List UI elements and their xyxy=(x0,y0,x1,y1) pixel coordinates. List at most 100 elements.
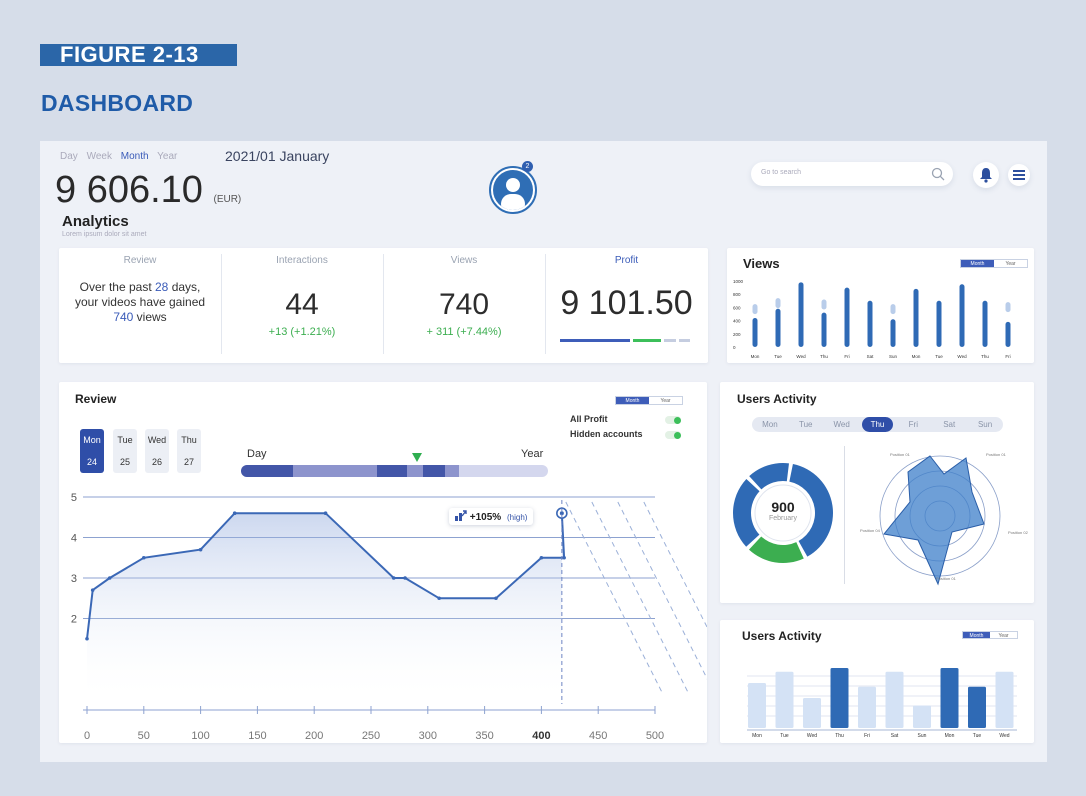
range-segment xyxy=(423,465,445,477)
users-activity-2-title: Users Activity xyxy=(742,629,822,643)
y-tick-label: 400 xyxy=(733,319,741,324)
views-tab-month[interactable]: Month xyxy=(961,260,994,267)
radar-axis-label: Position 01 xyxy=(986,452,1007,457)
slider-handle-icon[interactable] xyxy=(412,453,422,462)
kpi-review-head: Review xyxy=(123,255,157,266)
forecast-hatch xyxy=(617,501,707,680)
day-pill-tue[interactable]: Tue 25 xyxy=(113,429,137,473)
views-bar xyxy=(867,300,873,347)
data-point xyxy=(323,511,328,515)
users-activity-bar-chart: Mon Tue Wed Thu Fri Sat Sun Mon Tue Wed xyxy=(747,668,1017,739)
avatar[interactable]: 2 xyxy=(488,161,538,215)
x-tick-label: Fri xyxy=(844,354,849,359)
review-tab-year[interactable]: Year xyxy=(649,397,682,404)
day-pill-mon[interactable]: Mon 24 xyxy=(80,429,104,473)
range-slider[interactable] xyxy=(241,465,548,477)
day-number: 24 xyxy=(86,457,97,467)
x-tick-label: Wed xyxy=(999,733,1009,739)
notifications-button[interactable] xyxy=(973,162,999,188)
period-year[interactable]: Year xyxy=(157,151,177,162)
period-day[interactable]: Day xyxy=(60,151,78,162)
users-activity-2-tabs: Month Year xyxy=(962,631,1018,639)
y-tick-label: 800 xyxy=(733,292,741,297)
kpi-interactions-value: 44 xyxy=(285,288,319,321)
data-point xyxy=(90,588,95,592)
toggle-hidden-accounts[interactable] xyxy=(665,431,681,439)
kpi-interactions-delta: +13 (+1.21%) xyxy=(268,326,336,338)
search-icon[interactable] xyxy=(931,167,945,181)
weekday-wed[interactable]: Wed xyxy=(826,417,858,432)
views-title: Views xyxy=(743,256,780,271)
x-tick-label: Mon xyxy=(752,733,762,739)
weekday-sat[interactable]: Sat xyxy=(933,417,965,432)
data-point xyxy=(562,555,566,560)
y-tick-label: 3 xyxy=(71,573,77,585)
x-tick-label: Mon xyxy=(912,354,921,359)
kpi-views-value: 740 xyxy=(438,288,490,321)
review-card: Review Month Year Mon 24 Tue 25 Wed 26 Thu 2… xyxy=(59,382,707,743)
kpi-review[interactable]: Review Over the past 28 days, your video… xyxy=(59,255,221,325)
views-bar xyxy=(959,284,965,347)
y-tick-label: 0 xyxy=(733,345,736,350)
users-activity-title: Users Activity xyxy=(737,392,817,406)
x-tick-label: 150 xyxy=(248,730,266,742)
review-tab-month[interactable]: Month xyxy=(616,397,649,404)
forecast-hatch xyxy=(643,501,707,629)
currency-label: (EUR) xyxy=(213,194,242,205)
profit-progress-segment xyxy=(633,339,661,342)
weekday-sun[interactable]: Sun xyxy=(969,417,1001,432)
period-selector: Day Week Month Year xyxy=(60,151,183,162)
profit-progress-segment xyxy=(560,339,630,342)
toggle-all-profit[interactable] xyxy=(665,416,681,424)
kpi-views[interactable]: Views 740 + 311 (+7.44%) xyxy=(383,255,545,338)
kpi-interactions-head: Interactions xyxy=(276,255,328,266)
day-pill-wed[interactable]: Wed 26 xyxy=(145,429,169,473)
kpi-profit[interactable]: Profit 9 101.50 xyxy=(545,255,708,342)
kpi-profit-head: Profit xyxy=(614,255,639,266)
period-month[interactable]: Month xyxy=(121,151,149,162)
hamburger-menu-icon xyxy=(1013,170,1025,180)
forecast-hatch xyxy=(591,501,689,693)
notification-badge: 2 xyxy=(522,161,533,172)
bell-icon xyxy=(980,168,992,183)
donut-center: 900 February xyxy=(758,499,808,522)
views-bar xyxy=(798,282,804,347)
donut-label: February xyxy=(768,515,797,522)
x-tick-label: Wed xyxy=(957,354,967,359)
day-pill-thu[interactable]: Thu 27 xyxy=(177,429,201,473)
views-bar xyxy=(913,288,919,347)
x-tick-label: 500 xyxy=(646,730,664,742)
weekday-thu[interactable]: Thu xyxy=(861,417,894,432)
kpi-card: Review Over the past 28 days, your video… xyxy=(59,248,708,363)
weekday-mon[interactable]: Mon xyxy=(754,417,786,432)
weekday-tue[interactable]: Tue xyxy=(790,417,822,432)
data-point xyxy=(494,596,498,601)
day-name: Thu xyxy=(181,435,197,445)
views-tab-year[interactable]: Year xyxy=(994,260,1027,267)
range-segment xyxy=(445,465,459,477)
data-point xyxy=(107,576,112,580)
y-tick-label: 600 xyxy=(733,305,741,310)
forecast-hatch xyxy=(565,501,663,693)
activity-bar xyxy=(830,668,849,728)
period-week[interactable]: Week xyxy=(87,151,112,162)
y-tick-label: 1000 xyxy=(733,279,744,284)
views-tabs: Month Year xyxy=(960,259,1028,268)
ua2-tab-year[interactable]: Year xyxy=(990,632,1017,639)
x-tick-label: Thu xyxy=(820,354,828,359)
views-bar xyxy=(752,317,758,347)
slider-left-label: Day xyxy=(247,448,267,460)
review-text-part: views xyxy=(133,310,167,324)
menu-button[interactable] xyxy=(1008,164,1030,186)
x-tick-label: 200 xyxy=(305,730,323,742)
weekday-fri[interactable]: Fri xyxy=(897,417,929,432)
data-point xyxy=(85,636,89,641)
views-bar xyxy=(890,319,896,347)
range-segment xyxy=(293,465,377,477)
kpi-interactions[interactable]: Interactions 44 +13 (+1.21%) xyxy=(221,255,383,338)
date-label[interactable]: 2021/01 January xyxy=(225,148,329,164)
data-point xyxy=(539,555,544,560)
activity-bar xyxy=(858,686,876,728)
search-input[interactable]: Go to search xyxy=(751,162,953,186)
ua2-tab-month[interactable]: Month xyxy=(963,632,990,639)
